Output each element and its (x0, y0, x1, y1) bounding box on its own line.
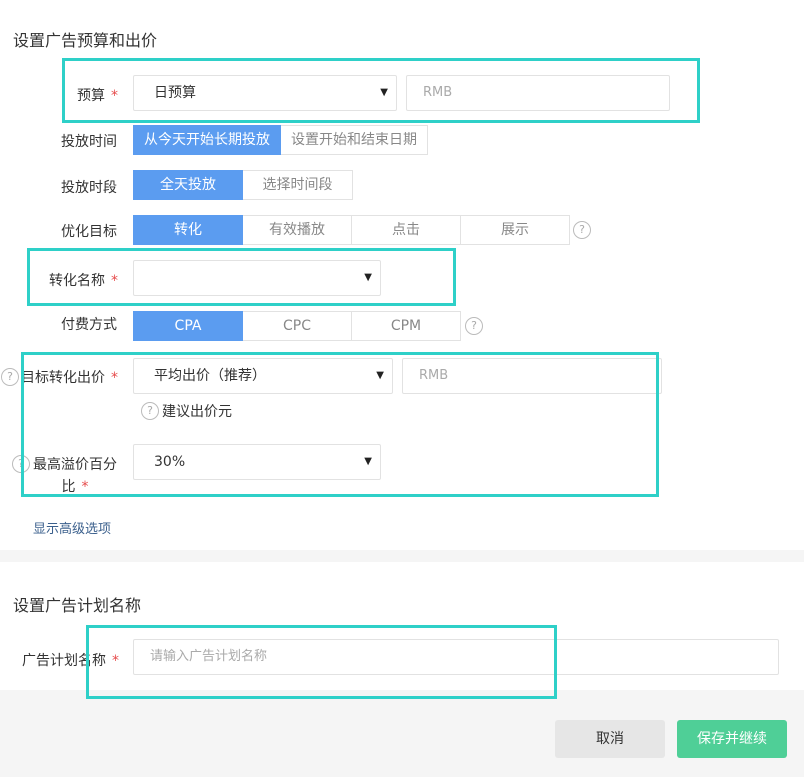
billing-help-icon[interactable]: ? (465, 317, 483, 335)
schedule-option-long-term[interactable]: 从今天开始长期投放 (133, 125, 281, 155)
conversion-name-highlight-box (27, 248, 456, 306)
plan-name-section-title: 设置广告计划名称 (13, 596, 142, 615)
goal-label: 优化目标 (61, 224, 117, 240)
budget-highlight-box (62, 58, 700, 123)
goal-option-effective-play[interactable]: 有效播放 (243, 215, 352, 245)
bid-highlight-box (21, 352, 659, 497)
target-bid-help-icon[interactable]: ? (1, 368, 19, 386)
time-period-option-select[interactable]: 选择时间段 (243, 170, 353, 200)
goal-option-conversion[interactable]: 转化 (133, 215, 243, 245)
budget-section-title: 设置广告预算和出价 (13, 31, 158, 50)
goal-option-click[interactable]: 点击 (352, 215, 461, 245)
goal-option-impression[interactable]: 展示 (461, 215, 570, 245)
plan-name-highlight-box (86, 625, 557, 699)
billing-option-cpc[interactable]: CPC (243, 311, 352, 341)
cancel-button[interactable]: 取消 (555, 720, 665, 758)
show-advanced-link[interactable]: 显示高级选项 (33, 518, 111, 537)
save-continue-button[interactable]: 保存并继续 (677, 720, 787, 758)
time-period-toggle: 全天投放 选择时间段 (133, 170, 353, 200)
goal-help-icon[interactable]: ? (573, 221, 591, 239)
billing-option-cpm[interactable]: CPM (352, 311, 461, 341)
schedule-toggle: 从今天开始长期投放 设置开始和结束日期 (133, 125, 428, 155)
schedule-option-date-range[interactable]: 设置开始和结束日期 (281, 125, 428, 155)
billing-toggle: CPA CPC CPM (133, 311, 461, 341)
billing-option-cpa[interactable]: CPA (133, 311, 243, 341)
billing-label: 付费方式 (61, 317, 117, 333)
goal-toggle: 转化 有效播放 点击 展示 (133, 215, 570, 245)
time-period-label: 投放时段 (61, 180, 117, 196)
time-period-option-all-day[interactable]: 全天投放 (133, 170, 243, 200)
schedule-label: 投放时间 (61, 134, 117, 150)
